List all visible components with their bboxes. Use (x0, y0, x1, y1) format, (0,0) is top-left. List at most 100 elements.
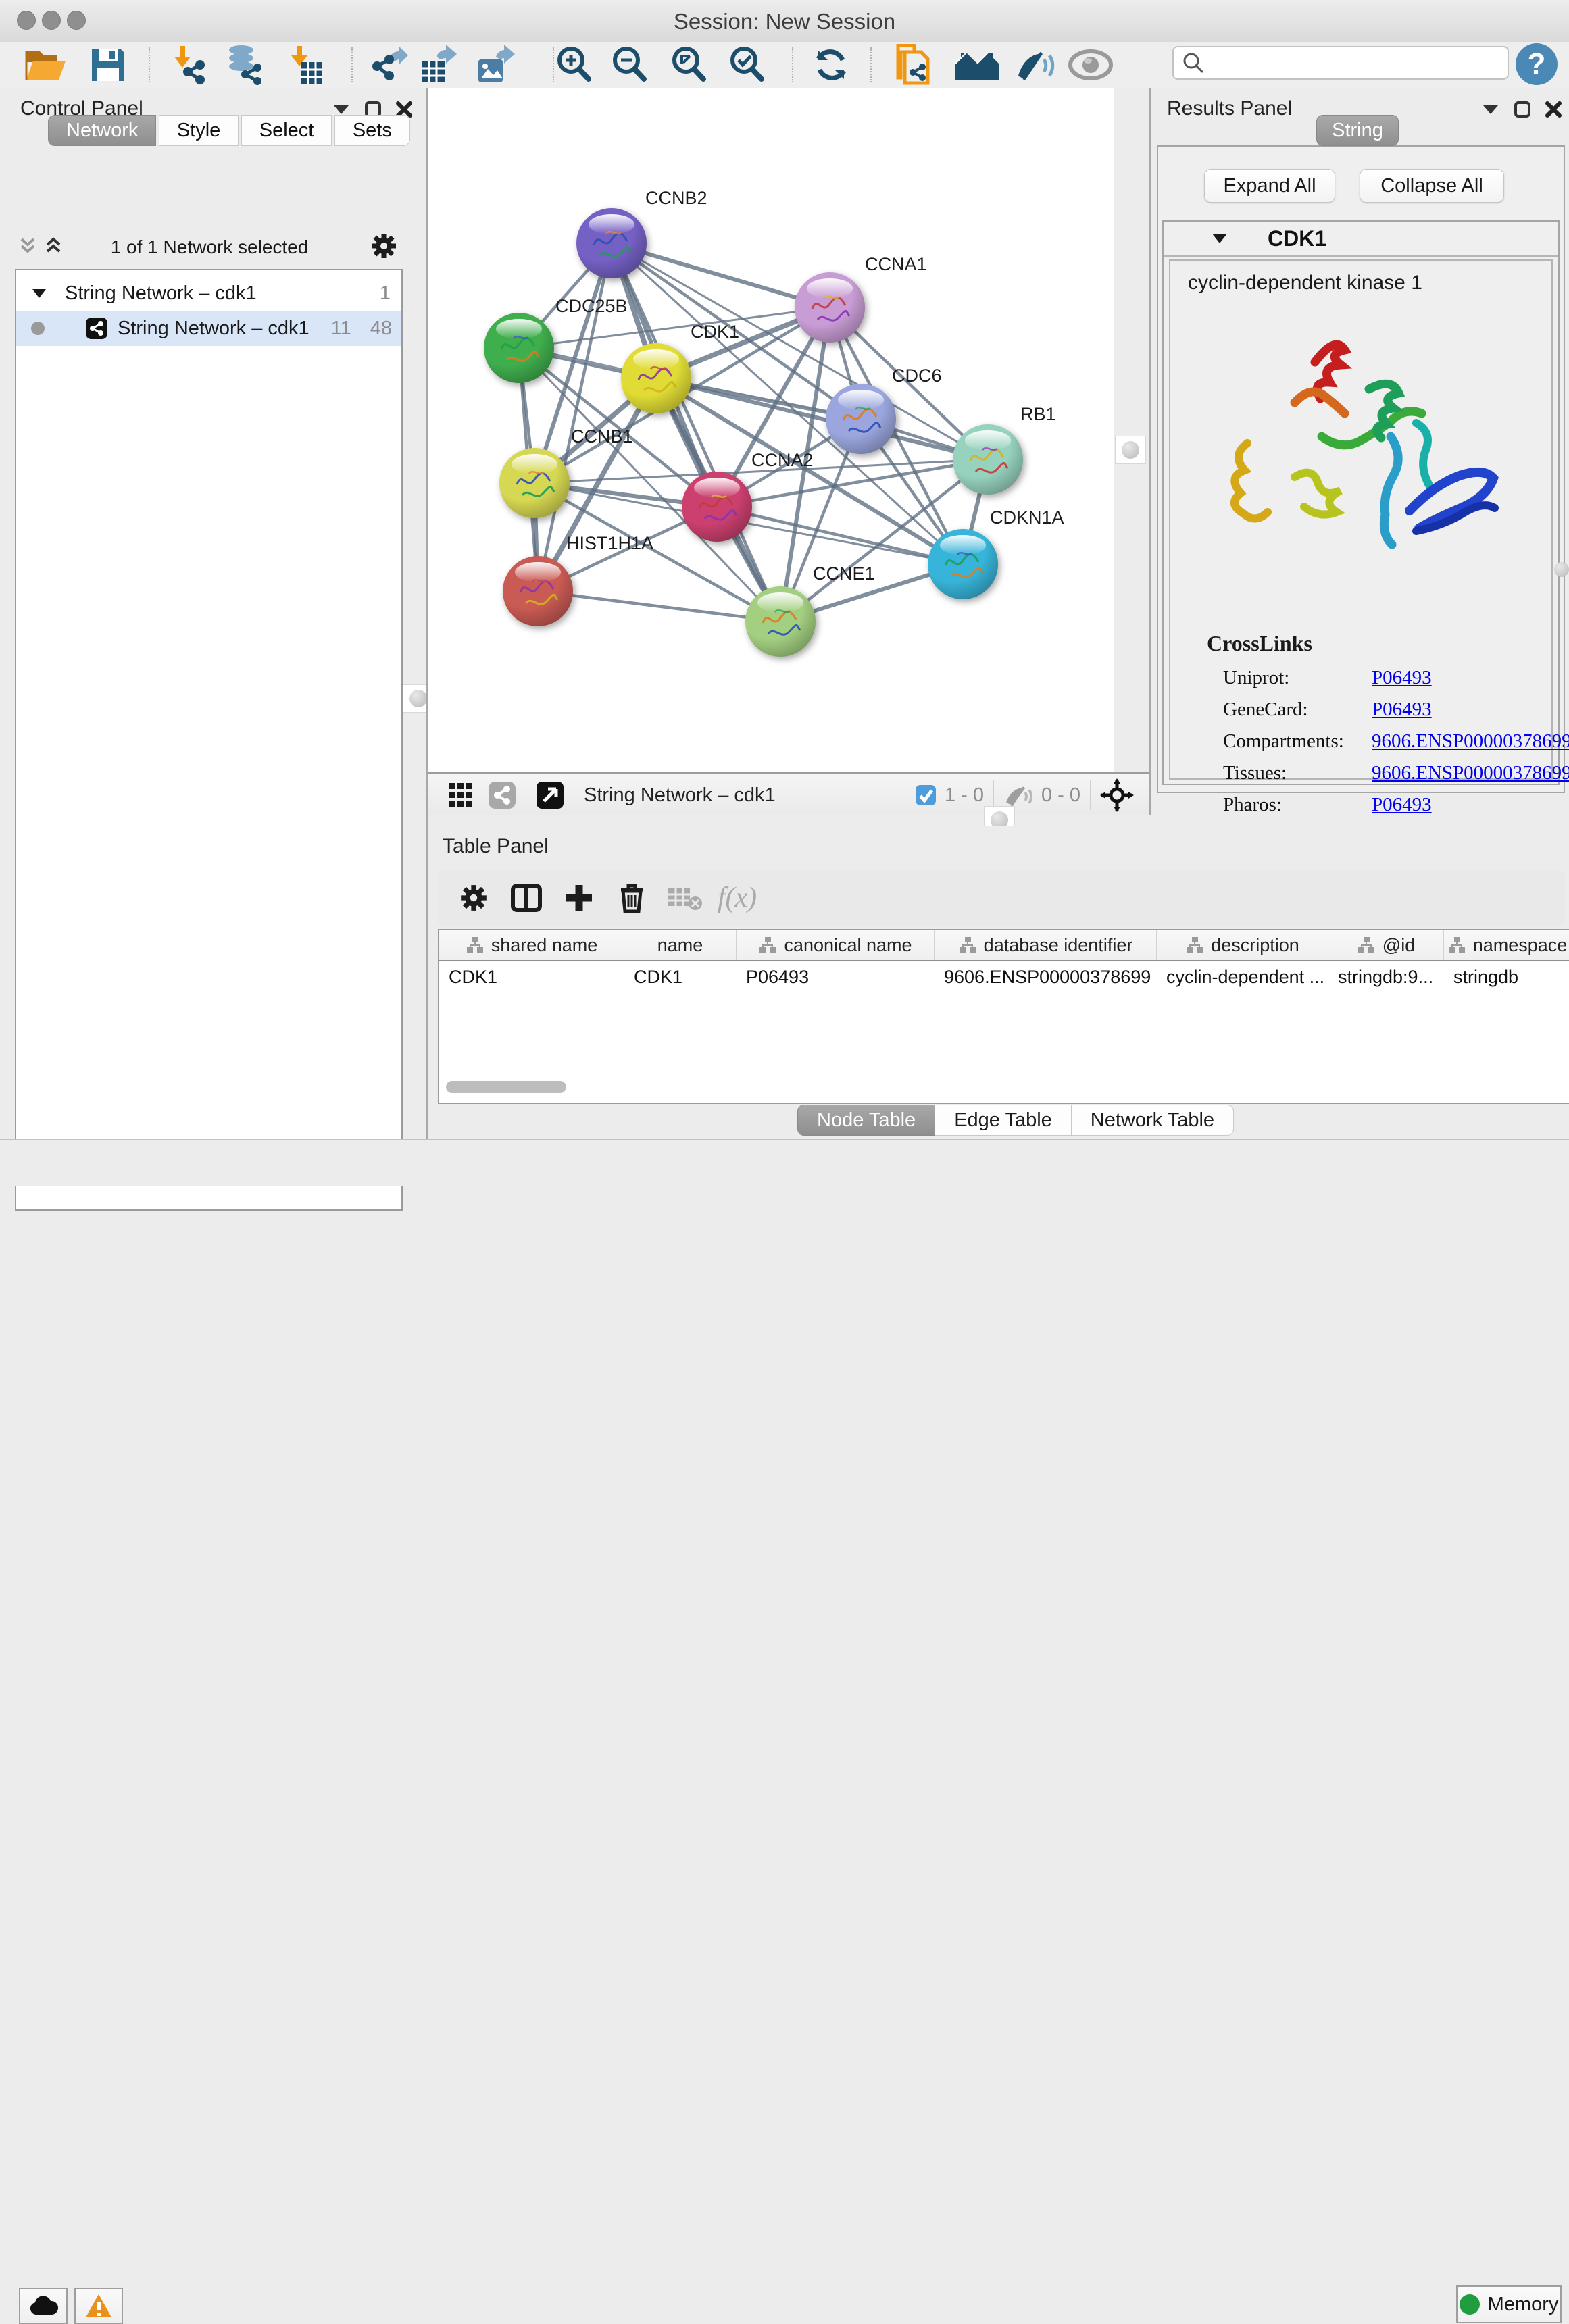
search-field[interactable] (1172, 46, 1509, 80)
delete-table-icon[interactable] (658, 874, 711, 921)
column-header-shared-name[interactable]: shared name (439, 930, 624, 960)
node-CDC6[interactable] (826, 384, 896, 454)
column-header-name[interactable]: name (624, 930, 737, 960)
results-scroll-handle[interactable] (1554, 562, 1569, 577)
panel-menu-icon[interactable] (332, 103, 350, 116)
network-options-gear-icon[interactable] (369, 231, 399, 261)
node-label-CDK1: CDK1 (691, 322, 739, 342)
export-table-icon[interactable] (414, 43, 465, 86)
cloud-status-button[interactable] (19, 2288, 68, 2324)
column-header-description[interactable]: description (1157, 930, 1328, 960)
edge-CCNB2-CCNE1[interactable] (612, 243, 780, 622)
tab-style[interactable]: Style (159, 115, 239, 146)
crosslink-label: Tissues: (1223, 762, 1372, 784)
zoom-fit-icon[interactable] (664, 43, 715, 86)
selected-count: 1 - 0 (945, 784, 984, 807)
node-CCNB2[interactable] (576, 208, 647, 278)
node-CCNB1[interactable] (499, 448, 570, 518)
tissues-link[interactable]: 9606.ENSP00000378699 (1372, 762, 1569, 784)
expand-all-button[interactable]: Expand All (1204, 169, 1335, 203)
tab-select[interactable]: Select (241, 115, 332, 146)
export-network-icon[interactable] (364, 43, 415, 86)
node-CDKN1A[interactable] (928, 529, 998, 599)
function-builder-icon[interactable]: f(x) (711, 874, 764, 921)
left-panel-divider[interactable] (426, 88, 428, 1139)
add-column-icon[interactable] (553, 874, 605, 921)
collapse-all-button[interactable]: Collapse All (1360, 169, 1504, 203)
show-columns-icon[interactable] (500, 874, 553, 921)
network-collection-row[interactable]: String Network – cdk1 1 (16, 276, 401, 311)
column-header-database-identifier[interactable]: database identifier (935, 930, 1157, 960)
entry-gene-name: CDK1 (1268, 226, 1326, 251)
birds-eye-view-icon[interactable] (536, 781, 564, 809)
entry-expander-icon[interactable] (1211, 232, 1228, 245)
table-gear-icon[interactable] (447, 874, 500, 921)
table-panel-title: Table Panel (443, 835, 549, 858)
help-icon[interactable]: ? (1516, 43, 1558, 85)
collection-expander-icon[interactable] (31, 287, 47, 299)
tab-sets[interactable]: Sets (334, 115, 410, 146)
export-image-icon[interactable] (470, 43, 522, 86)
column-header-namespace[interactable]: namespace (1444, 930, 1569, 960)
network-row[interactable]: String Network – cdk1 11 48 (16, 311, 401, 346)
genecard-link[interactable]: P06493 (1372, 699, 1569, 721)
node-CCNE1[interactable] (745, 586, 816, 657)
tab-edge-table[interactable]: Edge Table (935, 1105, 1072, 1136)
tab-node-table[interactable]: Node Table (797, 1105, 935, 1136)
hidden-eye-icon[interactable] (1003, 783, 1033, 807)
zoom-out-icon[interactable] (604, 43, 655, 86)
grid-view-icon[interactable] (447, 782, 474, 809)
pan-crosshair-icon[interactable] (1100, 778, 1134, 812)
string-home-icon[interactable] (951, 43, 1003, 86)
results-close-icon[interactable] (1545, 101, 1562, 118)
import-network-database-icon[interactable] (219, 43, 270, 86)
results-menu-icon[interactable] (1482, 103, 1499, 116)
tab-string-results[interactable]: String (1316, 115, 1399, 146)
collapse-all-networks-icon[interactable] (18, 235, 38, 255)
edge-HIST1H1A-CCNE1[interactable] (538, 591, 780, 622)
selected-checkbox-icon[interactable] (915, 784, 937, 806)
refresh-icon[interactable] (805, 43, 857, 86)
node-CCNA2[interactable] (682, 472, 752, 542)
network-graph[interactable]: CCNB2CCNA1CDC25BCDK1CDC6RB1CCNB1CCNA2CDK… (428, 88, 1114, 772)
node-CCNA1[interactable] (795, 272, 865, 343)
table-row[interactable]: CDK1 CDK1 P06493 9606.ENSP00000378699 cy… (439, 961, 1569, 992)
results-float-icon[interactable] (1514, 101, 1530, 118)
tab-network[interactable]: Network (48, 115, 156, 146)
column-header-canonical-name[interactable]: canonical name (737, 930, 935, 960)
zoom-in-icon[interactable] (549, 43, 600, 86)
node-entry-header[interactable]: CDK1 (1164, 222, 1558, 257)
expand-all-networks-icon[interactable] (43, 235, 64, 255)
right-splitter-handle[interactable] (1115, 436, 1146, 464)
node-CDC25B[interactable] (484, 313, 554, 383)
node-HIST1H1A[interactable] (503, 556, 573, 626)
node-CDK1[interactable] (621, 343, 691, 413)
open-session-icon[interactable] (20, 43, 72, 86)
column-type-icon (1185, 936, 1204, 954)
show-hide-glass-icon[interactable] (1010, 43, 1061, 86)
import-table-icon[interactable] (280, 43, 331, 86)
uniprot-link[interactable]: P06493 (1372, 667, 1569, 689)
table-horizontal-scrollbar[interactable] (446, 1081, 566, 1093)
import-network-file-icon[interactable] (162, 43, 214, 86)
edge-CCNA2-CDKN1A[interactable] (717, 507, 963, 564)
network-canvas[interactable]: CCNB2CCNA1CDC25BCDK1CDC6RB1CCNB1CCNA2CDK… (428, 88, 1114, 772)
save-session-icon[interactable] (82, 43, 134, 86)
tab-network-table[interactable]: Network Table (1071, 1105, 1234, 1136)
zoom-selected-icon[interactable] (722, 43, 773, 86)
delete-column-icon[interactable] (605, 874, 658, 921)
node-RB1[interactable] (953, 424, 1023, 495)
compartments-link[interactable]: 9606.ENSP00000378699 (1372, 730, 1569, 753)
warnings-button[interactable] (74, 2288, 123, 2324)
copy-network-icon[interactable] (888, 43, 939, 86)
eye-icon[interactable] (1065, 43, 1116, 86)
pharos-link[interactable]: P06493 (1372, 794, 1569, 816)
toolbar-separator (351, 47, 353, 82)
network-view-share-icon[interactable] (488, 781, 516, 809)
search-input[interactable] (1205, 51, 1491, 74)
network-share-icon (85, 317, 108, 340)
node-entry-panel: CDK1 cyclin-dependent kinase 1 CrossLink… (1162, 220, 1560, 785)
column-header-id[interactable]: @id (1328, 930, 1444, 960)
toolbar-separator (792, 47, 793, 82)
memory-button[interactable]: Memory (1456, 2285, 1562, 2323)
